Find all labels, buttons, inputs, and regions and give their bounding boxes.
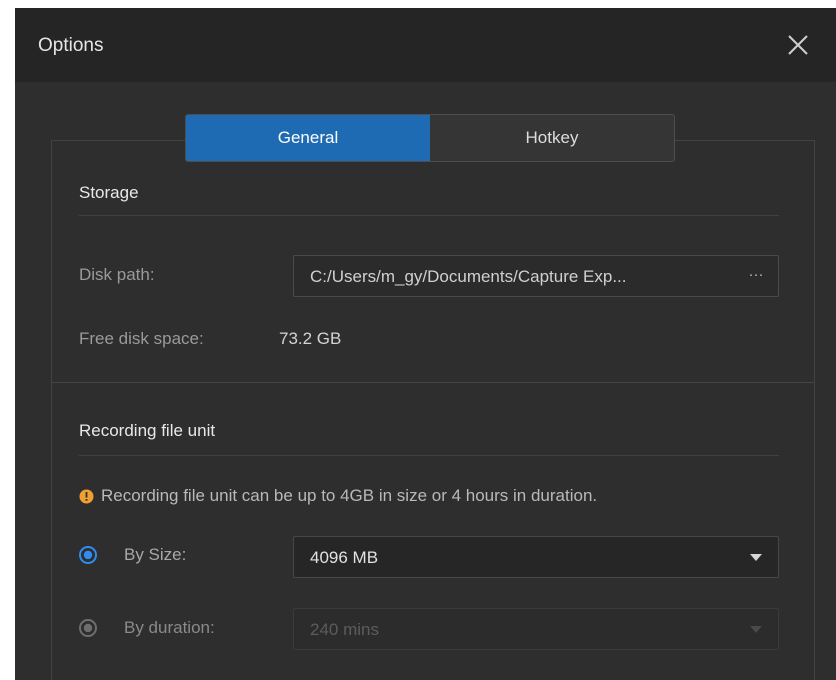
chevron-down-icon: [750, 553, 762, 562]
radio-unselected-icon[interactable]: [79, 619, 97, 637]
by-size-label: By Size:: [124, 545, 187, 564]
title-bar: Options: [15, 8, 836, 82]
free-disk-space-label: Free disk space:: [79, 329, 204, 348]
dialog-title: Options: [38, 35, 104, 56]
tab-general[interactable]: General: [186, 115, 430, 161]
free-disk-space-value: 73.2 GB: [279, 329, 342, 348]
duration-select-value: 240 mins: [310, 620, 379, 639]
disk-path-field[interactable]: C:/Users/m_gy/Documents/Capture Exp... ·…: [293, 255, 779, 297]
size-select[interactable]: 4096 MB: [293, 536, 779, 578]
disk-path-value: C:/Users/m_gy/Documents/Capture Exp...: [310, 267, 627, 286]
close-button[interactable]: [783, 30, 813, 60]
disk-path-label: Disk path:: [79, 265, 155, 284]
recording-notice-text: Recording file unit can be up to 4GB in …: [101, 486, 598, 505]
storage-divider: [79, 215, 779, 216]
recording-divider: [79, 455, 779, 456]
browse-button[interactable]: ···: [744, 265, 768, 287]
general-panel: [51, 140, 815, 680]
section-divider: [52, 382, 814, 383]
radio-selected-icon[interactable]: [79, 546, 97, 564]
by-duration-radio[interactable]: By duration:: [79, 618, 215, 638]
size-select-value: 4096 MB: [310, 548, 379, 567]
tab-bar: General Hotkey: [185, 114, 675, 162]
by-size-radio[interactable]: By Size:: [79, 545, 186, 565]
options-dialog: Options General Hotkey Storage Disk path…: [15, 8, 836, 680]
duration-select[interactable]: 240 mins: [293, 608, 779, 650]
warning-icon: [79, 489, 94, 504]
storage-section-title: Storage: [79, 183, 139, 202]
close-icon: [788, 35, 808, 55]
tab-hotkey[interactable]: Hotkey: [430, 115, 674, 161]
recording-notice: Recording file unit can be up to 4GB in …: [79, 486, 597, 506]
chevron-down-icon: [750, 625, 762, 634]
by-duration-label: By duration:: [124, 618, 215, 637]
recording-section-title: Recording file unit: [79, 421, 216, 440]
